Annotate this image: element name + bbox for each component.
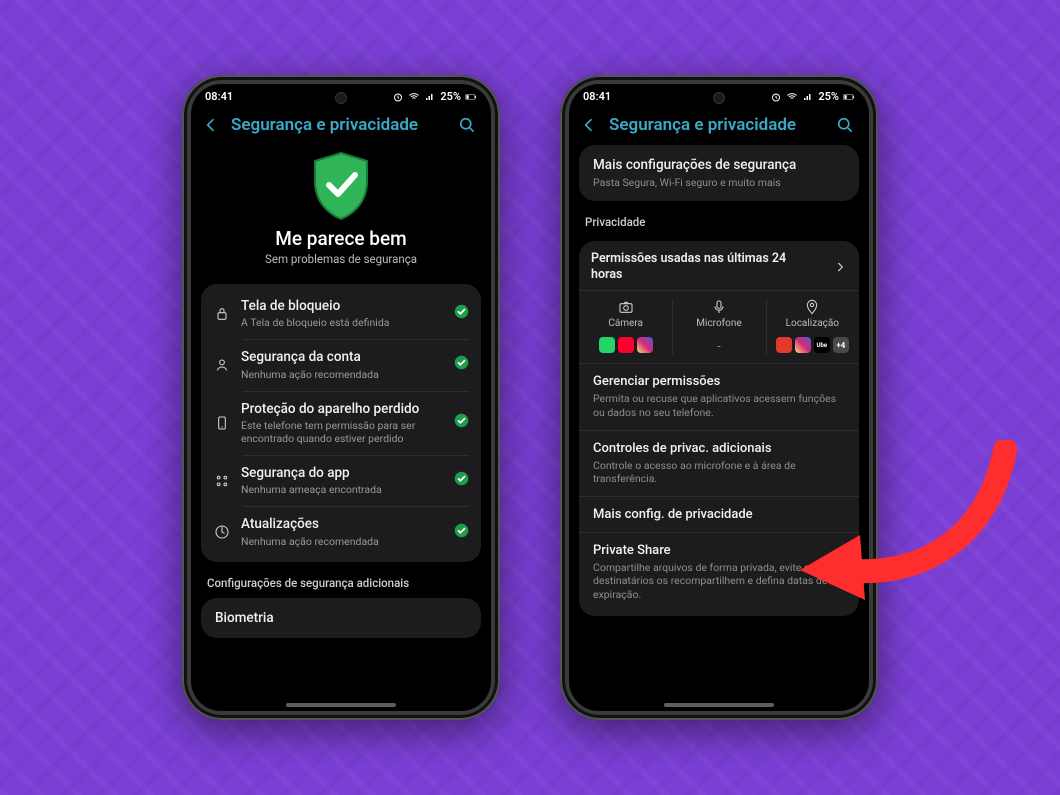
alarm-icon	[770, 91, 782, 103]
row-lockscreen[interactable]: Tela de bloqueio A Tela de bloqueio está…	[201, 288, 481, 339]
row-sub: Nenhuma ameaça encontrada	[241, 483, 444, 496]
security-status-title: Me parece bem	[201, 227, 481, 250]
row-app-security[interactable]: Segurança do app Nenhuma ameaça encontra…	[201, 455, 481, 506]
location-icon	[804, 299, 820, 315]
row-sub: Nenhuma ação recomendada	[241, 535, 444, 548]
app-icon-instagram	[637, 337, 653, 353]
phone-frame-right: 08:41 25% Segurança e privacidade	[560, 75, 878, 720]
camera-hole	[335, 92, 347, 104]
mic-icon	[711, 299, 727, 315]
security-checklist: Tela de bloqueio A Tela de bloqueio está…	[201, 284, 481, 562]
status-time: 08:41	[205, 90, 233, 103]
mic-none-value: -	[676, 339, 761, 353]
app-header: Segurança e privacidade	[569, 105, 869, 145]
row-more-security-settings[interactable]: Mais configurações de segurança Pasta Se…	[579, 145, 859, 201]
search-button[interactable]	[453, 111, 481, 139]
page-title: Segurança e privacidade	[609, 115, 825, 135]
section-extra-security: Configurações de segurança adicionais	[201, 562, 481, 594]
app-icon-1	[776, 337, 792, 353]
row-permissions-24h[interactable]: Permissões usadas nas últimas 24 horas	[579, 241, 859, 291]
app-header: Segurança e privacidade	[191, 105, 491, 145]
battery-text: 25%	[440, 90, 461, 103]
wifi-icon	[786, 91, 798, 103]
row-title: Atualizações	[241, 516, 444, 532]
back-button[interactable]	[197, 111, 225, 139]
check-icon	[454, 413, 469, 432]
home-indicator[interactable]	[286, 703, 396, 707]
row-biometrics[interactable]: Biometria	[201, 598, 481, 638]
app-icon-whatsapp	[599, 337, 615, 353]
row-account-security[interactable]: Segurança da conta Nenhuma ação recomend…	[201, 339, 481, 390]
battery-icon	[843, 91, 855, 103]
check-icon	[454, 355, 469, 374]
app-icon-uber: Ube	[814, 337, 830, 353]
check-icon	[454, 471, 469, 490]
row-additional-privacy-controls[interactable]: Controles de privac. adicionais Controle…	[579, 430, 859, 496]
status-time: 08:41	[583, 90, 611, 103]
row-lost-device[interactable]: Proteção do aparelho perdido Este telefo…	[201, 391, 481, 455]
battery-icon	[465, 91, 477, 103]
check-icon	[454, 523, 469, 542]
phone-frame-left: 08:41 25% Segurança e privacidade	[182, 75, 500, 720]
apps-icon	[213, 473, 231, 489]
row-sub: Nenhuma ação recomendada	[241, 368, 444, 381]
perm-col-location[interactable]: Localização Ube +4	[766, 291, 859, 363]
row-sub: Este telefone tem permissão para ser enc…	[241, 419, 444, 445]
more-apps-badge: +4	[833, 337, 849, 353]
device-icon	[213, 415, 231, 431]
camera-hole	[713, 92, 725, 104]
row-title: Segurança do app	[241, 465, 444, 481]
security-status-sub: Sem problemas de segurança	[201, 252, 481, 266]
page-title: Segurança e privacidade	[231, 115, 447, 135]
row-manage-permissions[interactable]: Gerenciar permissões Permita ou recuse q…	[579, 363, 859, 429]
row-more-privacy-settings[interactable]: Mais config. de privacidade	[579, 496, 859, 532]
row-title: Proteção do aparelho perdido	[241, 401, 444, 417]
signal-icon	[424, 91, 436, 103]
privacy-card: Permissões usadas nas últimas 24 horas C…	[579, 241, 859, 616]
camera-icon	[618, 299, 634, 315]
battery-text: 25%	[818, 90, 839, 103]
lock-icon	[213, 306, 231, 322]
app-icon-instagram	[795, 337, 811, 353]
section-privacy-label: Privacidade	[579, 201, 859, 233]
update-icon	[213, 524, 231, 540]
signal-icon	[802, 91, 814, 103]
row-private-share[interactable]: Private Share Compartilhe arquivos de fo…	[579, 532, 859, 612]
home-indicator[interactable]	[664, 703, 774, 707]
row-sub: A Tela de bloqueio está definida	[241, 316, 444, 329]
main-content-right[interactable]: Mais configurações de segurança Pasta Se…	[569, 145, 869, 700]
perm-col-mic[interactable]: Microfone -	[672, 291, 765, 363]
search-button[interactable]	[831, 111, 859, 139]
chevron-right-icon	[833, 260, 847, 274]
row-title: Segurança da conta	[241, 349, 444, 365]
row-updates[interactable]: Atualizações Nenhuma ação recomendada	[201, 506, 481, 557]
alarm-icon	[392, 91, 404, 103]
perm-col-camera[interactable]: Câmera	[579, 291, 672, 363]
check-icon	[454, 304, 469, 323]
wifi-icon	[408, 91, 420, 103]
row-title: Tela de bloqueio	[241, 298, 444, 314]
background-pattern	[0, 0, 1060, 795]
user-icon	[213, 357, 231, 373]
shield-icon	[309, 151, 373, 221]
back-button[interactable]	[575, 111, 603, 139]
main-content-left[interactable]: Me parece bem Sem problemas de segurança…	[191, 145, 491, 700]
app-icon-youtube	[618, 337, 634, 353]
